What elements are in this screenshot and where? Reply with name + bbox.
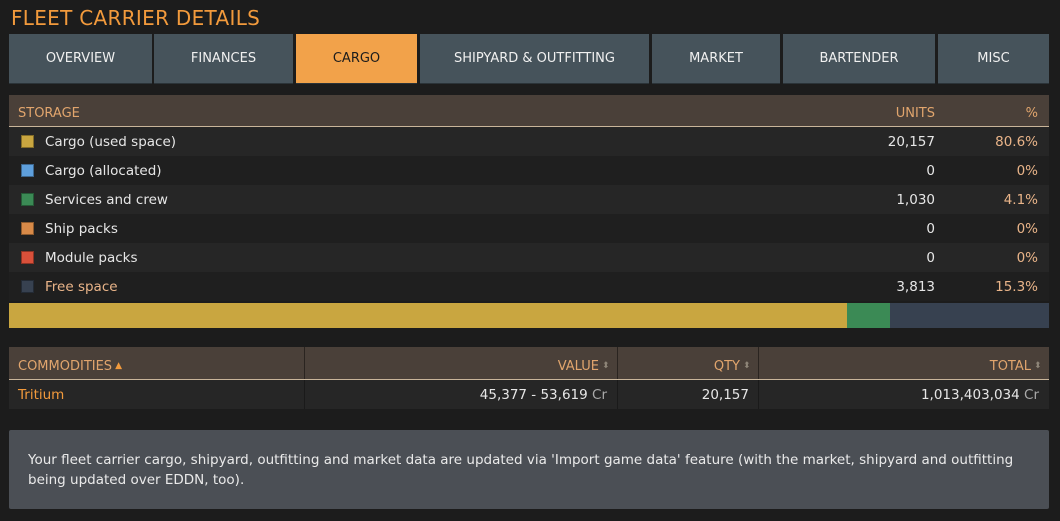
storage-label: Services and crew: [45, 192, 168, 208]
total-col-label: TOTAL: [989, 359, 1031, 374]
qty-text: 20,157: [701, 387, 749, 403]
value-unit: Cr: [592, 387, 607, 403]
total-cell: 1,013,403,034 Cr: [758, 380, 1050, 409]
caret-up-icon: ▲: [115, 361, 122, 371]
storage-row: Ship packs 0 0%: [9, 214, 1049, 243]
info-note: Your fleet carrier cargo, shipyard, outf…: [9, 430, 1049, 509]
tab-bartender[interactable]: BARTENDER: [783, 34, 935, 84]
color-swatch: [21, 222, 34, 235]
storage-pct: 0%: [1016, 221, 1038, 237]
color-swatch: [21, 164, 34, 177]
storage-usage-bar: [9, 303, 1049, 328]
storage-units: 3,813: [896, 279, 935, 295]
commodities-table: COMMODITIES ▲ VALUE ⬍ QTY ⬍ TOTAL ⬍ Tritium …: [9, 347, 1049, 409]
storage-row: Module packs 0 0%: [9, 243, 1049, 272]
storage-label: Module packs: [45, 250, 138, 266]
sort-icon: ⬍: [602, 361, 610, 371]
value-col-header[interactable]: VALUE ⬍: [304, 347, 618, 379]
qty-col-header[interactable]: QTY ⬍: [617, 347, 759, 379]
sort-icon: ⬍: [743, 361, 751, 371]
bar-segment-services-crew: [847, 303, 890, 328]
storage-pct: 15.3%: [995, 279, 1038, 295]
sort-icon: ⬍: [1034, 361, 1042, 371]
storage-col-header: STORAGE: [18, 106, 80, 121]
storage-units: 0: [926, 250, 935, 266]
total-col-header[interactable]: TOTAL ⬍: [758, 347, 1050, 379]
bar-segment-free-space: [890, 303, 1049, 328]
commodity-col-header[interactable]: COMMODITIES ▲: [9, 347, 304, 379]
pct-col-header: %: [1025, 106, 1038, 121]
qty-cell: 20,157: [617, 380, 759, 409]
color-swatch: [21, 280, 34, 293]
tab-market[interactable]: MARKET: [652, 34, 780, 84]
tab-overview[interactable]: OVERVIEW: [9, 34, 152, 84]
tab-shipyard-outfitting[interactable]: SHIPYARD & OUTFITTING: [420, 34, 649, 84]
storage-header: STORAGE UNITS %: [9, 95, 1049, 127]
storage-units: 0: [926, 163, 935, 179]
storage-row: Free space 3,813 15.3%: [9, 272, 1049, 301]
storage-row: Cargo (used space) 20,157 80.6%: [9, 127, 1049, 156]
storage-units: 1,030: [896, 192, 935, 208]
value-col-label: VALUE: [557, 359, 599, 374]
storage-label: Free space: [45, 279, 118, 295]
qty-col-label: QTY: [713, 359, 740, 374]
color-swatch: [21, 251, 34, 264]
table-row: Tritium 45,377 - 53,619 Cr 20,157 1,013,…: [9, 380, 1049, 409]
color-swatch: [21, 193, 34, 206]
storage-pct: 4.1%: [1003, 192, 1038, 208]
tab-misc[interactable]: MISC: [938, 34, 1049, 84]
storage-pct: 80.6%: [995, 134, 1038, 150]
storage-label: Ship packs: [45, 221, 118, 237]
storage-row: Services and crew 1,030 4.1%: [9, 185, 1049, 214]
value-cell: 45,377 - 53,619 Cr: [304, 380, 618, 409]
tab-cargo[interactable]: CARGO: [296, 34, 417, 84]
tab-bar: OVERVIEW FINANCES CARGO SHIPYARD & OUTFI…: [9, 34, 1049, 84]
tab-finances[interactable]: FINANCES: [154, 34, 293, 84]
bar-segment-cargo-used: [9, 303, 847, 328]
storage-units: 20,157: [887, 134, 935, 150]
storage-row: Cargo (allocated) 0 0%: [9, 156, 1049, 185]
commodity-col-label: COMMODITIES: [18, 359, 113, 374]
total-text: 1,013,403,034: [920, 387, 1020, 403]
page-title: FLEET CARRIER DETAILS: [11, 6, 261, 30]
storage-pct: 0%: [1016, 163, 1038, 179]
value-text: 45,377 - 53,619: [479, 387, 588, 403]
commodities-header: COMMODITIES ▲ VALUE ⬍ QTY ⬍ TOTAL ⬍: [9, 347, 1049, 380]
storage-pct: 0%: [1016, 250, 1038, 266]
storage-units: 0: [926, 221, 935, 237]
total-unit: Cr: [1024, 387, 1039, 403]
color-swatch: [21, 135, 34, 148]
storage-table: STORAGE UNITS % Cargo (used space) 20,15…: [9, 95, 1049, 328]
storage-label: Cargo (used space): [45, 134, 177, 150]
commodity-cell: Tritium: [9, 380, 304, 409]
units-col-header: UNITS: [895, 106, 935, 121]
commodity-link[interactable]: Tritium: [18, 387, 64, 403]
storage-label: Cargo (allocated): [45, 163, 162, 179]
